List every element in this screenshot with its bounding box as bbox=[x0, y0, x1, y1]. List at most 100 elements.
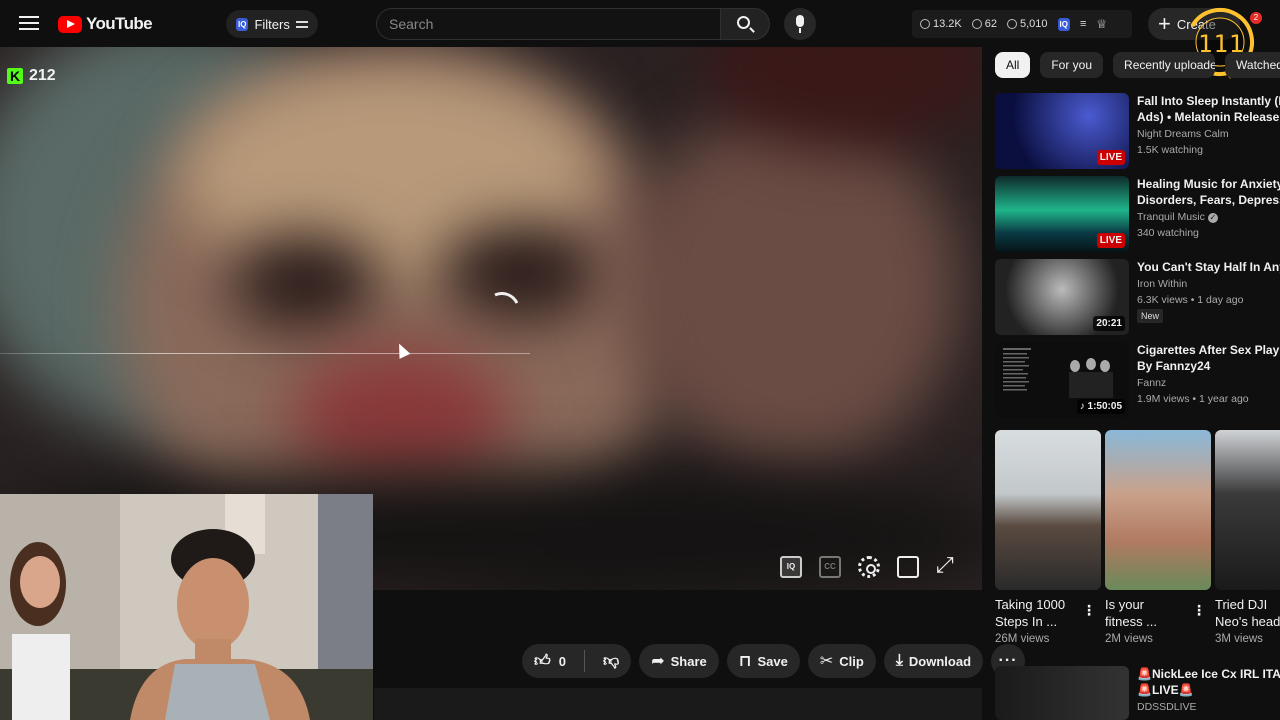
video-thumbnail[interactable]: 20:21 bbox=[995, 259, 1129, 335]
dislike-button[interactable]: 👎︎ bbox=[591, 644, 631, 678]
clock-icon bbox=[920, 19, 930, 29]
short-menu-icon[interactable]: ⋮ bbox=[1192, 602, 1206, 619]
filter-chips: All For you Recently uploaded Watched bbox=[995, 52, 1280, 78]
webcam-overlay bbox=[0, 494, 373, 720]
share-icon: ➦ bbox=[651, 653, 665, 670]
share-label: Share bbox=[670, 653, 707, 669]
channel-name[interactable]: DDSSDLIVE bbox=[1137, 701, 1197, 713]
search-bar bbox=[376, 8, 770, 40]
player-controls: IQ CC bbox=[780, 552, 958, 578]
iq-icon[interactable]: IQ bbox=[1057, 17, 1070, 31]
trophy-icon[interactable]: ♕ bbox=[1096, 17, 1107, 31]
chip-recently-uploaded[interactable]: Recently uploaded bbox=[1113, 52, 1216, 78]
list-item[interactable]: 20:21 You Can't Stay Half In Anyme Iron … bbox=[995, 259, 1280, 335]
search-input[interactable] bbox=[376, 8, 720, 40]
video-actions: 👍︎ 0 👎︎ ➦ Share ⊓ Save ✂ Clip ⤓ Download… bbox=[522, 644, 1026, 678]
short-thumbnail[interactable] bbox=[1105, 430, 1211, 590]
short-views: 2M views bbox=[1105, 633, 1153, 645]
video-thumbnail[interactable] bbox=[995, 666, 1129, 720]
video-meta: 340 watching bbox=[1137, 227, 1199, 239]
theater-mode-icon[interactable] bbox=[897, 556, 919, 578]
download-icon: ⤓ bbox=[895, 652, 903, 669]
scissors-icon: ✂ bbox=[819, 653, 834, 670]
fullscreen-icon[interactable] bbox=[936, 552, 958, 578]
download-label: Download bbox=[908, 653, 972, 669]
plus-icon: + bbox=[1158, 11, 1171, 36]
shorts-shelf: Taking 1000 Steps In ... 26M views ⋮ Is y… bbox=[995, 430, 1280, 652]
filters-label: Filters bbox=[254, 16, 290, 32]
audio-note-icon: ♪ bbox=[1079, 401, 1088, 412]
like-button[interactable]: 👍︎ 0 bbox=[522, 644, 578, 678]
duration-badge: 20:21 bbox=[1093, 316, 1125, 331]
video-title[interactable]: Cigarettes After Sex PlaylistBy Fannzy24 bbox=[1137, 342, 1280, 374]
verified-check-icon: ✓ bbox=[1207, 213, 1218, 223]
iq-icon[interactable]: IQ bbox=[780, 556, 802, 578]
live-badge: LIVE bbox=[1096, 233, 1125, 248]
channel-name[interactable]: Night Dreams Calm bbox=[1137, 128, 1229, 140]
save-label: Save bbox=[757, 653, 788, 669]
channel-name[interactable]: Fannz bbox=[1137, 377, 1166, 389]
hamburger-menu-icon[interactable] bbox=[16, 12, 42, 36]
short-menu-icon[interactable]: ⋮ bbox=[1082, 602, 1096, 619]
chip-for-you[interactable]: For you bbox=[1040, 52, 1104, 78]
short-thumbnail[interactable] bbox=[995, 430, 1101, 590]
short-thumbnail[interactable] bbox=[1215, 430, 1280, 590]
webcam-feed bbox=[0, 494, 373, 720]
microphone-icon bbox=[796, 15, 804, 27]
channel-name[interactable]: Tranquil Music ✓ bbox=[1137, 211, 1218, 223]
save-button[interactable]: ⊓ Save bbox=[726, 644, 800, 678]
video-meta: 1.9M views • 1 year ago bbox=[1137, 393, 1249, 405]
video-glitch-line bbox=[0, 353, 530, 354]
video-title[interactable]: 🚨NickLee Ice Cx IRL ITALY 🚨LIVE🚨 bbox=[1137, 666, 1280, 698]
list-item[interactable]: LIVE Fall Into Sleep Instantly (No Ads) •… bbox=[995, 93, 1280, 169]
live-badge: LIVE bbox=[1096, 150, 1125, 165]
video-thumbnail[interactable]: LIVE bbox=[995, 93, 1129, 169]
list-item[interactable]: LIVE Healing Music for Anxiety Disorders,… bbox=[995, 176, 1280, 252]
new-badge: New bbox=[1137, 309, 1164, 323]
video-meta: 1.5K watching bbox=[1137, 144, 1203, 156]
list-icon[interactable]: ≡ bbox=[1080, 18, 1086, 30]
like-dislike-group: 👍︎ 0 👎︎ bbox=[522, 644, 632, 678]
stat-time: 13.2K bbox=[920, 18, 962, 30]
short-title[interactable]: Tried DJI Neo's head bbox=[1215, 596, 1280, 630]
clip-button[interactable]: ✂ Clip bbox=[807, 644, 876, 678]
youtube-play-icon bbox=[58, 15, 82, 33]
video-title[interactable]: You Can't Stay Half In Anyme bbox=[1137, 259, 1280, 275]
chip-watched[interactable]: Watched bbox=[1225, 52, 1280, 78]
short-views: 3M views bbox=[1215, 633, 1263, 645]
duration-badge: ♪ 1:50:05 bbox=[1076, 399, 1125, 414]
youtube-logo[interactable]: YouTube bbox=[58, 14, 153, 34]
video-thumbnail[interactable]: LIVE bbox=[995, 176, 1129, 252]
kick-logo-icon: K bbox=[7, 68, 23, 84]
like-count: 0 bbox=[558, 653, 566, 669]
stat-views: 62 bbox=[971, 18, 997, 30]
search-button[interactable] bbox=[720, 8, 770, 40]
list-item[interactable]: 🚨NickLee Ice Cx IRL ITALY 🚨LIVE🚨 DDSSDLIV… bbox=[995, 666, 1280, 720]
short-item[interactable]: Tried DJI Neo's head 3M views bbox=[1215, 430, 1280, 645]
kick-viewer-badge: K 212 bbox=[7, 67, 56, 85]
notification-badge[interactable]: 2 bbox=[1250, 12, 1262, 24]
channel-name[interactable]: Iron Within bbox=[1137, 278, 1187, 290]
eye-icon bbox=[1007, 19, 1017, 29]
voice-search-button[interactable] bbox=[784, 8, 816, 40]
eye-icon bbox=[971, 19, 982, 29]
stat-total: 5,010 bbox=[1007, 18, 1048, 30]
share-button[interactable]: ➦ Share bbox=[639, 644, 719, 678]
filters-button[interactable]: IQ Filters bbox=[226, 10, 318, 38]
download-button[interactable]: ⤓ Download bbox=[883, 644, 984, 678]
bookmark-icon: ⊓ bbox=[738, 653, 752, 670]
captions-icon[interactable]: CC bbox=[819, 556, 841, 578]
thumbs-down-icon: 👎︎ bbox=[602, 652, 620, 670]
chip-all[interactable]: All bbox=[995, 52, 1031, 78]
settings-gear-icon[interactable] bbox=[858, 556, 880, 578]
search-icon bbox=[737, 16, 750, 29]
kick-viewer-count: 212 bbox=[29, 67, 56, 84]
list-item[interactable]: ♪ 1:50:05 Cigarettes After Sex PlaylistB… bbox=[995, 342, 1280, 418]
description-strip bbox=[374, 688, 982, 720]
video-title[interactable]: Healing Music for Anxiety Disorders, Fear… bbox=[1137, 176, 1280, 208]
top-bar: YouTube IQ Filters 13.2K 62 5,010 IQ ≡ ♕… bbox=[0, 0, 1280, 48]
extension-stats-bar: 13.2K 62 5,010 IQ ≡ ♕ bbox=[912, 10, 1132, 38]
video-thumbnail[interactable]: ♪ 1:50:05 bbox=[995, 342, 1129, 418]
iq-icon: IQ bbox=[236, 17, 249, 31]
video-title[interactable]: Fall Into Sleep Instantly (No Ads) • Mela… bbox=[1137, 93, 1280, 125]
